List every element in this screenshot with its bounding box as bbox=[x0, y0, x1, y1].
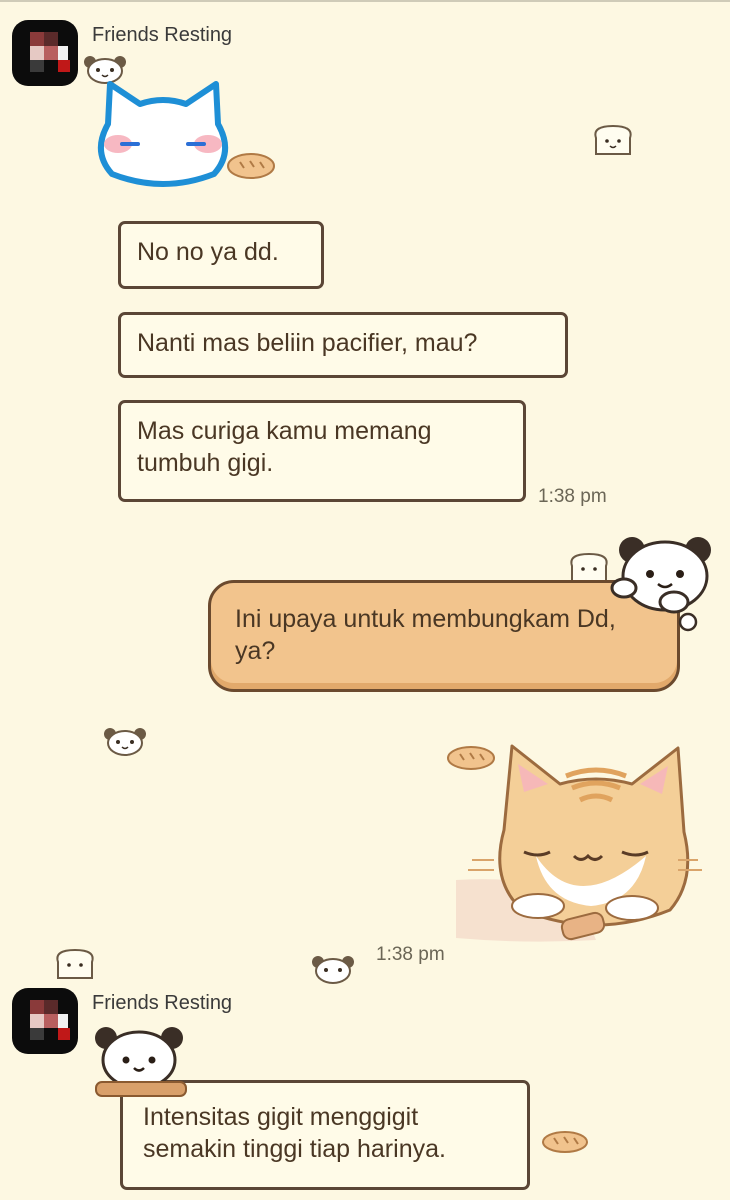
bread-doodle-icon bbox=[542, 1131, 588, 1153]
panda-face-doodle-icon bbox=[104, 728, 146, 756]
message-bubble-incoming[interactable]: Nanti mas beliin pacifier, mau? bbox=[118, 312, 568, 378]
sender-name: Friends Resting bbox=[92, 992, 233, 1014]
message-bubble-incoming[interactable]: Mas curiga kamu memang tumbuh gigi. bbox=[118, 400, 526, 502]
message-timestamp: 1:38 pm bbox=[376, 944, 445, 965]
panda-peeking-bubble-decoration bbox=[610, 537, 711, 632]
panda-face-doodle-icon bbox=[312, 956, 354, 984]
message-timestamp: 1:38 pm bbox=[538, 486, 607, 507]
avatar[interactable] bbox=[12, 20, 78, 86]
message-text: Mas curiga kamu memang tumbuh gigi. bbox=[137, 417, 432, 477]
toast-doodle-icon bbox=[594, 124, 632, 155]
message-text: No no ya dd. bbox=[137, 238, 279, 266]
message-bubble-incoming[interactable]: No no ya dd. bbox=[118, 221, 324, 289]
message-text: Intensitas gigit menggigit semakin tingg… bbox=[143, 1103, 446, 1163]
message-text: Ini upaya untuk membungkam Dd, ya? bbox=[235, 605, 616, 665]
avatar[interactable] bbox=[12, 988, 78, 1054]
white-cat-blush-sticker[interactable] bbox=[88, 76, 238, 190]
orange-cat-sleeping-on-hand-sticker[interactable] bbox=[456, 740, 706, 944]
panda-on-log-bubble-decoration bbox=[95, 1027, 187, 1097]
toast-doodle-icon bbox=[56, 948, 94, 979]
top-divider bbox=[0, 0, 730, 2]
message-text: Nanti mas beliin pacifier, mau? bbox=[137, 329, 478, 357]
sender-name: Friends Resting bbox=[92, 24, 233, 46]
